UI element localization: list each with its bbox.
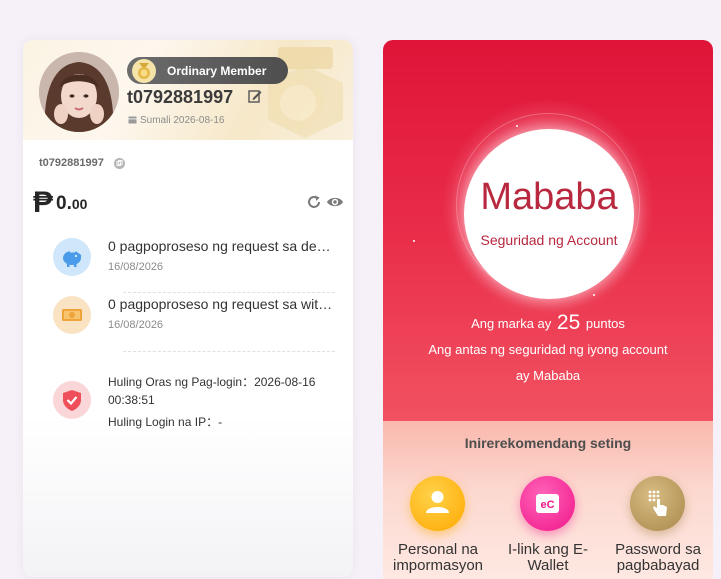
rec-personal-info-button[interactable] — [410, 476, 465, 531]
security-score: Ang marka ay 25 puntos — [383, 311, 713, 335]
security-level-subtitle: Seguridad ng Account — [480, 232, 618, 248]
security-description-line1: Ang antas ng seguridad ng iyong account — [428, 342, 668, 357]
rec-link-ewallet-button[interactable]: eC — [520, 476, 575, 531]
eye-icon[interactable] — [326, 194, 344, 210]
account-id: t0792881997 — [39, 157, 104, 169]
sparkle-dot — [413, 240, 415, 242]
piggy-bank-icon — [63, 251, 82, 267]
list-item-withdraw-requests[interactable]: 0 pagpoproseso ng request sa withdrawal … — [53, 296, 338, 336]
avatar[interactable] — [39, 52, 119, 132]
withdraw-requests-title: 0 pagpoproseso ng request sa withdrawal — [108, 296, 333, 312]
svg-text:eC: eC — [540, 499, 554, 511]
recommended-settings-title: Inirerekomendang seting — [464, 435, 632, 451]
rec-link-ewallet-label: I-link ang E-Wallet — [507, 541, 589, 574]
medal-icon — [132, 59, 156, 83]
security-level-circle: Mababa Seguridad ng Account — [464, 129, 634, 299]
profile-card: Ordinary Member t0792881997 Sumali 2026-… — [23, 40, 353, 577]
score-suffix: puntos — [585, 316, 625, 331]
wallet-icon: eC — [536, 494, 559, 513]
sparkle-dot — [516, 125, 518, 127]
person-icon — [426, 491, 449, 513]
member-level-label: Ordinary Member — [167, 64, 267, 78]
copy-icon[interactable] — [114, 158, 125, 169]
avatar-photo — [39, 52, 119, 132]
recommended-settings-panel: Inirerekomendang seting Personal na impo… — [383, 421, 713, 579]
deposit-requests-title: 0 pagpoproseso ng request sa deposito — [108, 238, 333, 254]
withdraw-requests-date: 16/08/2026 — [108, 319, 164, 331]
sparkle-dot — [593, 294, 595, 296]
rec-personal-info-label: Personal na impormasyon — [392, 541, 484, 574]
withdraw-icon-bg — [53, 296, 91, 334]
divider — [123, 351, 335, 352]
rec-payment-password-button[interactable] — [630, 476, 685, 531]
joined-date: Sumali 2026-08-16 — [128, 115, 225, 126]
calendar-icon — [128, 116, 137, 124]
last-login-ip: Huling Login na IP：- — [108, 415, 223, 429]
security-description-line2: ay Mababa — [515, 368, 581, 383]
list-item-deposit-requests[interactable]: 0 pagpoproseso ng request sa deposito 16… — [53, 238, 338, 278]
security-level-word: Mababa — [480, 176, 618, 218]
deposit-requests-date: 16/08/2026 — [108, 261, 164, 273]
rec-payment-password-label: Password sa pagbabayad — [615, 541, 701, 574]
profile-header: Ordinary Member t0792881997 Sumali 2026-… — [23, 40, 353, 140]
joined-date-text: Sumali 2026-08-16 — [140, 115, 225, 126]
currency-symbol: ₱ — [33, 186, 54, 219]
refresh-icon[interactable] — [306, 194, 322, 210]
member-level-badge: Ordinary Member — [127, 57, 288, 84]
shield-check-icon — [63, 390, 81, 411]
keypad-hand-icon — [648, 490, 667, 516]
balance-integer: 0. — [56, 193, 72, 214]
last-login-time-clock: 00:38:51 — [108, 393, 155, 407]
username: t0792881997 — [127, 87, 234, 107]
score-prefix: Ang marka ay — [471, 316, 552, 331]
balance-decimals: 00 — [71, 196, 88, 212]
login-icon-bg — [53, 381, 91, 419]
balance: ₱ 0.00 — [33, 186, 87, 220]
security-card: Mababa Seguridad ng Account Ang marka ay… — [383, 40, 713, 579]
cash-icon — [62, 309, 82, 321]
edit-icon[interactable] — [248, 89, 262, 103]
score-value: 25 — [556, 311, 581, 334]
last-login-time: Huling Oras ng Pag-login：2026-08-16 — [108, 375, 316, 389]
deposit-icon-bg — [53, 238, 91, 276]
divider — [123, 292, 335, 293]
